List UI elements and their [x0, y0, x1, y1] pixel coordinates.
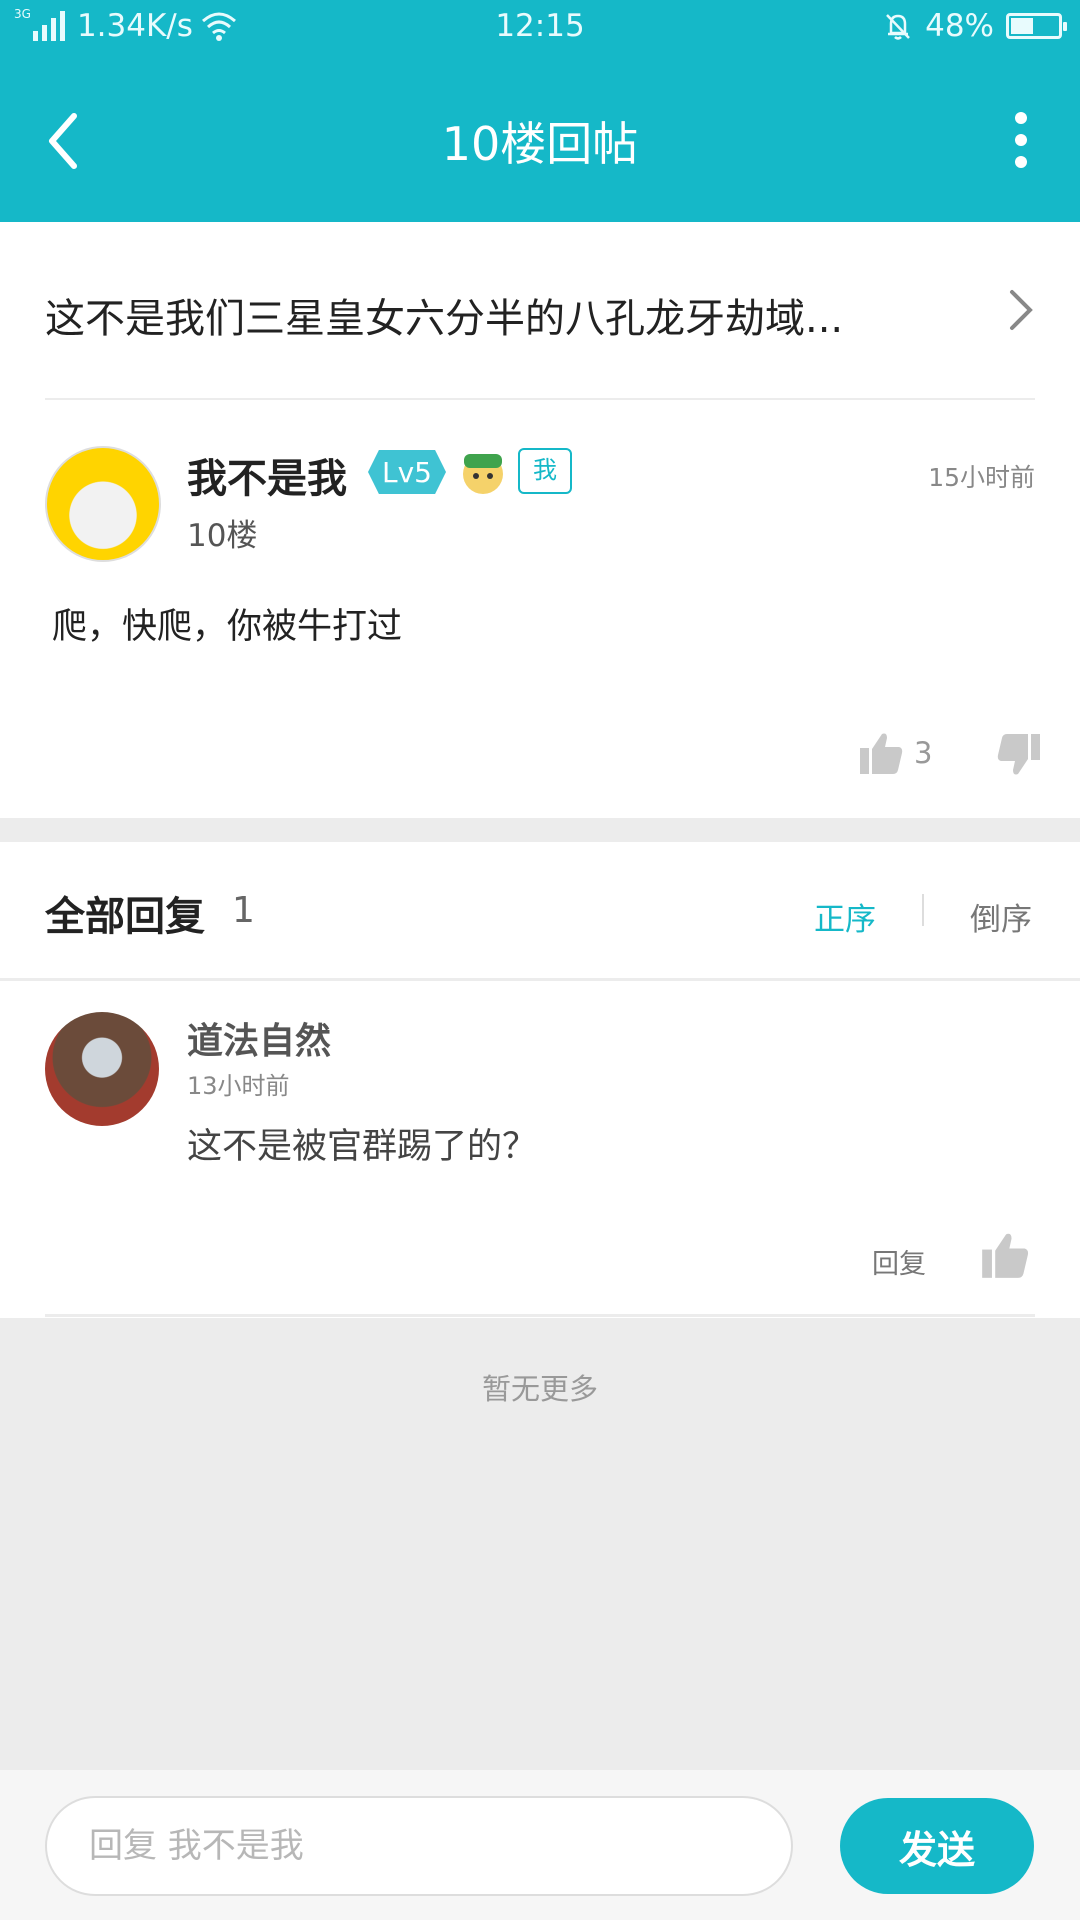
reply-composer: 发送 [0, 1770, 1080, 1920]
sort-separator [922, 894, 924, 926]
reply-text: 这不是被官群踢了的？ [187, 1127, 538, 1167]
thread-title-link[interactable]: 这不是我们三星皇女六分半的八孔龙牙劫域... [0, 222, 1080, 400]
level-badge: Lv5 [368, 450, 446, 494]
reply-time: 13小时前 [187, 1072, 290, 1100]
me-tag: 我 [518, 448, 572, 494]
post-time: 15小时前 [928, 463, 1035, 492]
battery-icon [1006, 13, 1067, 39]
thread-title: 这不是我们三星皇女六分半的八孔龙牙劫域... [45, 296, 844, 342]
battery-percent: 48% [925, 8, 994, 44]
sort-descending-tab[interactable]: 倒序 [970, 894, 1032, 939]
replies-count: 1 [232, 890, 255, 931]
status-bar: 3G 1.34K/s 12:15 48% [0, 0, 1080, 56]
floor-number: 10楼 [187, 518, 258, 554]
like-count: 3 [914, 736, 933, 770]
reply-button[interactable]: 回复 [872, 1242, 926, 1281]
reply-input[interactable] [45, 1796, 793, 1896]
thumbs-up-icon [860, 733, 903, 774]
reply-author[interactable]: 道法自然 [187, 1012, 331, 1064]
thumbs-down-icon[interactable] [994, 732, 1042, 778]
page-title: 10楼回帖 [441, 117, 639, 171]
divider [45, 1314, 1035, 1317]
divider [0, 978, 1080, 981]
like-button[interactable]: 3 [858, 730, 932, 776]
send-button[interactable]: 发送 [840, 1798, 1034, 1894]
thread-link-panel: 这不是我们三星皇女六分半的八孔龙牙劫域... [0, 222, 1080, 400]
post-content: 爬，快爬，你被牛打过 [52, 607, 403, 647]
character-badge-icon [463, 454, 503, 494]
author-avatar[interactable] [45, 446, 161, 562]
status-right: 48% [883, 8, 1067, 44]
replies-section: 全部回复 1 正序 倒序 道法自然 13小时前 这不是被官群踢了的？ 回复 [0, 842, 1080, 1318]
top-bar: 3G 1.34K/s 12:15 48% 10楼回帖 [0, 0, 1080, 222]
app-bar: 10楼回帖 [0, 70, 1080, 210]
author-name[interactable]: 我不是我 [187, 446, 347, 504]
replies-heading: 全部回复 [45, 894, 205, 940]
no-more-label: 暂无更多 [481, 1372, 598, 1406]
reply-avatar[interactable] [45, 1012, 159, 1126]
thumbs-up-icon[interactable] [980, 1230, 1030, 1280]
sort-ascending-tab[interactable]: 正序 [814, 894, 876, 939]
mute-bell-icon [886, 14, 910, 40]
battery-fill [1011, 18, 1034, 34]
chevron-right-icon [1010, 290, 1033, 330]
more-vert-icon[interactable] [1006, 110, 1036, 170]
floor-post: 我不是我 Lv5 我 15小时前 10楼 爬，快爬，你被牛打过 3 [0, 400, 1080, 818]
